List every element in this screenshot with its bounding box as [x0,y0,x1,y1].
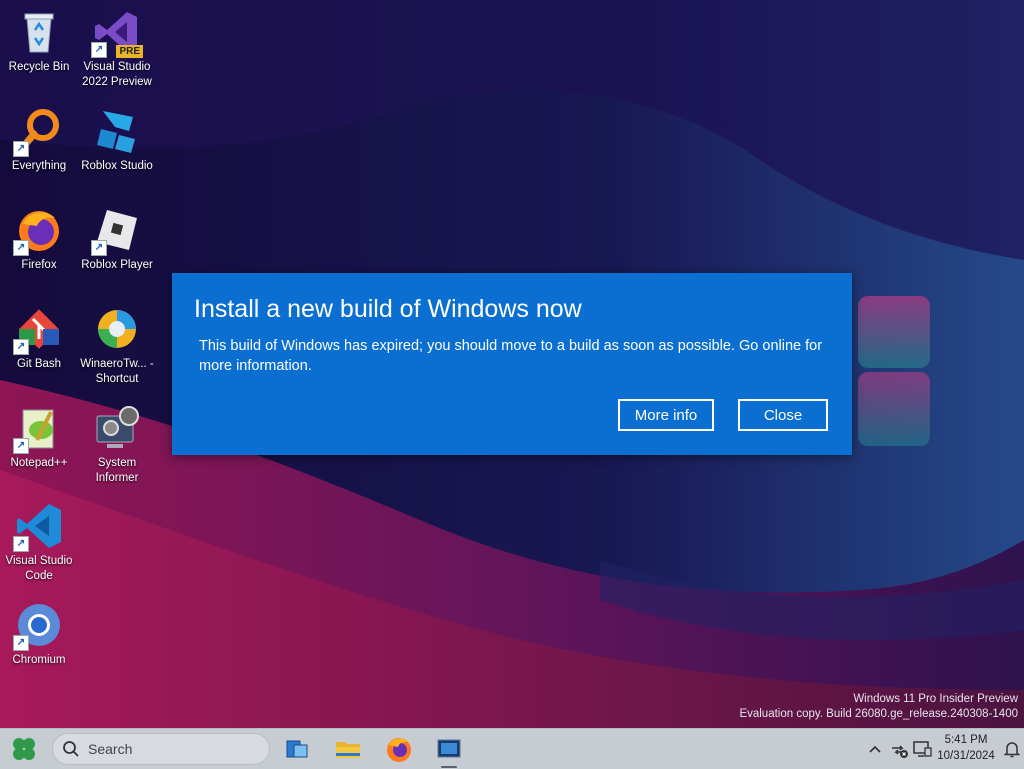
search-icon [63,741,79,757]
desktop-icon-label: Roblox Player [81,259,153,271]
recycle-bin-icon [15,8,63,56]
active-app-icon [437,739,461,758]
shortcut-arrow-icon: ↗ [91,42,107,58]
winaero-tweaker-icon [93,305,141,353]
clock-date: 10/31/2024 [937,750,995,762]
notification-icon [1003,742,1021,758]
desktop-icon-visual-studio-2022-preview[interactable]: PRE ↗ Visual Studio 2022 Preview [78,8,156,90]
watermark-line-2: Evaluation copy. Build 26080.ge_release.… [739,708,1018,720]
task-view-icon [286,740,308,758]
firefox-icon [387,738,411,762]
chevron-up-icon [869,745,881,753]
desktop-icon-notepad-plus-plus[interactable]: ↗ Notepad++ [0,404,78,471]
notepad-plus-plus-icon: ↗ [13,404,63,454]
shortcut-arrow-icon: ↗ [13,438,29,454]
desktop-icon-system-informer[interactable]: System Informer [78,404,156,486]
display-icon [913,741,932,757]
desktop-icon-winaero-tweaker[interactable]: WinaeroTw... - Shortcut [78,305,156,387]
desktop-icon-label: Notepad++ [10,457,68,469]
desktop-icon-recycle-bin[interactable]: Recycle Bin [0,8,78,75]
desktop-icon-label: Firefox [21,259,57,271]
roblox-player-icon: ↗ [91,206,141,256]
desktop-icon-label: Visual Studio Code [5,555,73,582]
start-icon [13,738,35,760]
desktop-icon-roblox-player[interactable]: ↗ Roblox Player [78,206,156,273]
vscode-icon: ↗ [13,502,63,552]
task-view-button[interactable] [281,733,313,765]
network-off-icon [892,745,908,758]
taskbar-clock[interactable]: 5:41 PM 10/31/2024 [934,732,998,764]
shortcut-arrow-icon: ↗ [13,536,29,552]
search-placeholder: Search [88,741,133,757]
close-button[interactable]: Close [738,399,828,431]
firefox-icon: ↗ [13,206,63,256]
preview-badge: PRE [116,45,143,58]
roblox-studio-icon [93,107,141,155]
shortcut-arrow-icon: ↗ [91,240,107,256]
show-hidden-icons-button[interactable] [865,739,885,759]
dialog-message: This build of Windows has expired; you s… [199,338,823,374]
desktop-icon-visual-studio-code[interactable]: ↗ Visual Studio Code [0,502,78,584]
desktop-icon-everything[interactable]: ↗ Everything [0,107,78,174]
desktop-icon-chromium[interactable]: ↗ Chromium [0,601,78,668]
desktop-icon-firefox[interactable]: ↗ Firefox [0,206,78,273]
start-button[interactable] [8,733,40,765]
firefox-taskbar-button[interactable] [383,733,415,765]
taskbar-search-box[interactable]: Search [52,733,270,765]
desktop-icon-label: Git Bash [16,358,62,370]
git-bash-icon: ↗ [13,305,63,355]
shortcut-arrow-icon: ↗ [13,141,29,157]
display-settings-button[interactable] [912,739,932,759]
shortcut-arrow-icon: ↗ [13,339,29,355]
chromium-icon: ↗ [13,601,63,651]
desktop-icon-git-bash[interactable]: ↗ Git Bash [0,305,78,372]
build-expired-dialog: Install a new build of Windows now This … [172,273,852,455]
desktop-icon-label: System Informer [95,457,139,484]
notification-center-button[interactable] [1002,739,1022,759]
watermark-line-1: Windows 11 Pro Insider Preview [853,693,1018,705]
taskbar: Search 5:41 PM 10/31/2024 [0,728,1024,769]
desktop-icon-label: Everything [11,160,67,172]
dialog-title: Install a new build of Windows now [194,295,582,323]
desktop-icon-label: Visual Studio 2022 Preview [82,61,152,88]
visual-studio-icon: PRE ↗ [91,8,143,58]
clock-time: 5:41 PM [944,734,988,746]
more-info-button[interactable]: More info [618,399,714,431]
system-informer-icon [93,404,141,452]
file-explorer-button[interactable] [332,733,364,765]
desktop-icon-label: Roblox Studio [81,160,153,172]
desktop-icon-label: Recycle Bin [8,61,70,73]
file-explorer-icon [336,742,360,758]
evaluation-watermark: Windows 11 Pro Insider Preview Evaluatio… [739,692,1018,722]
shortcut-arrow-icon: ↗ [13,240,29,256]
desktop-icon-roblox-studio[interactable]: Roblox Studio [78,107,156,174]
active-app-taskbar-button[interactable] [433,733,465,765]
shortcut-arrow-icon: ↗ [13,635,29,651]
network-status-button[interactable] [889,739,909,759]
everything-magnifier-icon: ↗ [13,107,63,157]
desktop-icon-label: WinaeroTw... - Shortcut [80,358,154,385]
desktop-icon-label: Chromium [12,654,66,666]
